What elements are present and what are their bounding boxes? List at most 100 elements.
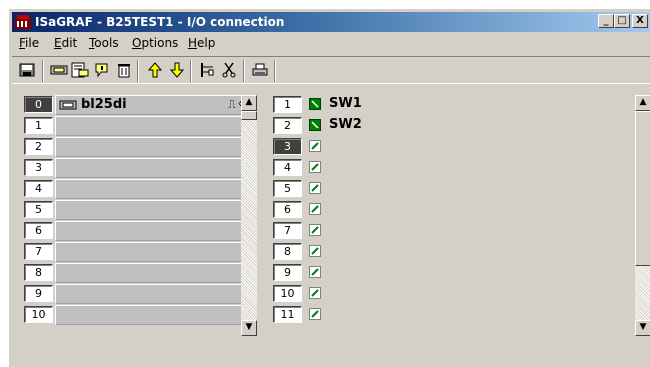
board-index[interactable]: 9: [24, 285, 53, 302]
free-channel-icon: [309, 140, 321, 152]
channel-row[interactable]: 8: [271, 241, 646, 262]
maximize-button[interactable]: □: [614, 14, 630, 28]
scroll-thumb[interactable]: [635, 111, 650, 266]
board-row[interactable]: 4: [22, 178, 252, 199]
board-index[interactable]: 4: [24, 180, 53, 197]
main-window: ISaGRAF - B25TEST1 - I/O connection _ □ …: [8, 8, 650, 367]
channel-row[interactable]: 11: [271, 304, 646, 325]
channel-index[interactable]: 4: [273, 159, 302, 176]
channel-row[interactable]: 6: [271, 199, 646, 220]
board-index[interactable]: 8: [24, 264, 53, 281]
delete-board-icon[interactable]: [114, 61, 134, 79]
board-index[interactable]: 3: [24, 159, 53, 176]
scroll-thumb[interactable]: [241, 111, 257, 120]
boards-list: 0 bl25di ⎍ ⇦ 1 2 3 4 5 6 7 8 9 10: [22, 94, 252, 354]
board-slot[interactable]: [55, 263, 248, 283]
board-row[interactable]: 10: [22, 304, 252, 325]
channel-row[interactable]: 4: [271, 157, 646, 178]
connect-board-icon[interactable]: [49, 61, 69, 79]
board-index[interactable]: 6: [24, 222, 53, 239]
scroll-up-icon[interactable]: ▲: [241, 95, 257, 111]
isagraf-app-icon: [15, 15, 31, 29]
board-slot[interactable]: [55, 221, 248, 241]
board-slot[interactable]: [55, 158, 248, 178]
menu-tools[interactable]: Tools: [89, 36, 119, 50]
window-title: ISaGRAF - B25TEST1 - I/O connection: [35, 15, 285, 29]
board-slot[interactable]: [55, 116, 248, 136]
close-button[interactable]: X: [632, 14, 648, 28]
channel-index[interactable]: 8: [273, 243, 302, 260]
toolbar-separator: [274, 60, 276, 82]
toolbar-separator: [243, 60, 245, 82]
boards-scrollbar[interactable]: ▲ ▼: [241, 95, 257, 336]
channel-row[interactable]: 2 SW2: [271, 115, 646, 136]
connected-variable-icon: [309, 119, 321, 131]
menu-file[interactable]: File: [19, 36, 39, 50]
free-channel-icon: [309, 287, 321, 299]
board-row[interactable]: 2: [22, 136, 252, 157]
channels-scrollbar[interactable]: ▲ ▼: [635, 95, 650, 336]
channel-row[interactable]: 1 SW1: [271, 94, 646, 115]
board-info-icon[interactable]: [92, 61, 112, 79]
channel-row[interactable]: 10: [271, 283, 646, 304]
channel-index[interactable]: 11: [273, 306, 302, 323]
channel-index[interactable]: 3: [273, 138, 302, 155]
board-row[interactable]: 9: [22, 283, 252, 304]
set-channel-icon[interactable]: [197, 61, 217, 79]
board-row[interactable]: 6: [22, 220, 252, 241]
board-slot[interactable]: [55, 242, 248, 262]
menu-options[interactable]: Options: [132, 36, 178, 50]
free-channel-icon: [309, 161, 321, 173]
board-index[interactable]: 1: [24, 117, 53, 134]
board-name: bl25di: [81, 97, 127, 112]
channel-index[interactable]: 9: [273, 264, 302, 281]
channel-index[interactable]: 6: [273, 201, 302, 218]
board-slot[interactable]: [55, 179, 248, 199]
board-slot[interactable]: [55, 284, 248, 304]
board-slot[interactable]: bl25di ⎍ ⇦: [55, 95, 248, 115]
board-row[interactable]: 5: [22, 199, 252, 220]
board-index[interactable]: 10: [24, 306, 53, 323]
channel-index[interactable]: 7: [273, 222, 302, 239]
title-bar[interactable]: ISaGRAF - B25TEST1 - I/O connection _ □ …: [12, 12, 650, 32]
print-icon[interactable]: [250, 61, 270, 79]
menu-edit[interactable]: Edit: [54, 36, 77, 50]
channel-row[interactable]: 7: [271, 220, 646, 241]
board-row[interactable]: 0 bl25di ⎍ ⇦: [22, 94, 252, 115]
channel-row[interactable]: 9: [271, 262, 646, 283]
connected-variable-icon: [309, 98, 321, 110]
channel-index[interactable]: 10: [273, 285, 302, 302]
board-row[interactable]: 3: [22, 157, 252, 178]
channel-row[interactable]: 3: [271, 136, 646, 157]
minimize-button[interactable]: _: [598, 14, 614, 28]
board-index[interactable]: 0: [24, 96, 53, 113]
move-down-icon[interactable]: [167, 61, 187, 79]
board-slot[interactable]: [55, 137, 248, 157]
board-parameters-icon[interactable]: [70, 61, 90, 79]
board-slot[interactable]: [55, 200, 248, 220]
channel-index[interactable]: 1: [273, 96, 302, 113]
channel-row[interactable]: 5: [271, 178, 646, 199]
channel-index[interactable]: 5: [273, 180, 302, 197]
board-index[interactable]: 5: [24, 201, 53, 218]
scroll-down-icon[interactable]: ▼: [635, 320, 650, 336]
cut-icon[interactable]: [219, 61, 239, 79]
free-channel-icon: [309, 182, 321, 194]
save-icon[interactable]: [17, 61, 37, 79]
board-row[interactable]: 1: [22, 115, 252, 136]
free-channel-icon: [309, 308, 321, 320]
board-index[interactable]: 7: [24, 243, 53, 260]
move-up-icon[interactable]: [145, 61, 165, 79]
channel-variable-name: SW1: [329, 96, 362, 111]
scroll-up-icon[interactable]: ▲: [635, 95, 650, 111]
board-row[interactable]: 7: [22, 241, 252, 262]
board-slot[interactable]: [55, 305, 248, 325]
scroll-down-icon[interactable]: ▼: [241, 320, 257, 336]
menu-help[interactable]: Help: [188, 36, 215, 50]
free-channel-icon: [309, 203, 321, 215]
board-index[interactable]: 2: [24, 138, 53, 155]
board-row[interactable]: 8: [22, 262, 252, 283]
channels-list: 1 SW1 2 SW2 3 4 5 6 7 8 9 10 11: [271, 94, 646, 354]
menu-bar: File Edit Tools Options Help: [12, 34, 650, 53]
channel-index[interactable]: 2: [273, 117, 302, 134]
